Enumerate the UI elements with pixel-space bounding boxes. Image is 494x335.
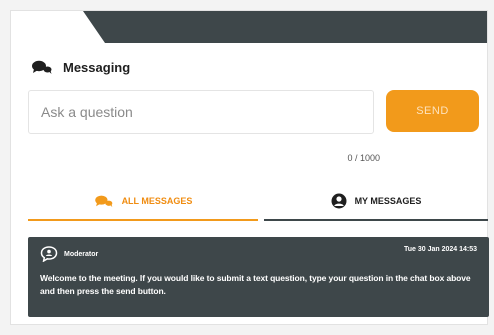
character-counter: 0 / 1000	[347, 153, 380, 163]
chat-bubbles-icon	[32, 60, 52, 74]
question-input[interactable]	[28, 90, 374, 134]
message-author: Moderator	[64, 250, 99, 258]
header-band	[83, 11, 487, 43]
message-tabs: ALL MESSAGES MY MESSAGES	[28, 183, 488, 225]
messaging-title: Messaging	[63, 59, 131, 75]
chat-bubbles-icon	[94, 195, 112, 208]
moderator-icon	[40, 246, 58, 262]
message-text: Welcome to the meeting. If you would lik…	[40, 273, 471, 296]
message-card: Moderator Tue 30 Jan 2024 14:53 Welcome …	[28, 237, 489, 317]
tab-my-messages[interactable]: MY MESSAGES	[264, 183, 488, 221]
question-form: SEND	[28, 90, 479, 136]
messaging-header: Messaging	[31, 59, 130, 75]
message-timestamp: Tue 30 Jan 2024 14:53	[403, 246, 477, 253]
tab-all-messages-label: ALL MESSAGES	[121, 196, 193, 206]
send-button[interactable]: SEND	[386, 90, 479, 132]
user-icon	[331, 193, 347, 209]
messaging-panel: Messaging SEND 0 / 1000 ALL MESSAGES MY …	[10, 10, 489, 325]
tab-all-messages[interactable]: ALL MESSAGES	[28, 183, 258, 221]
tab-my-messages-label: MY MESSAGES	[354, 196, 422, 206]
